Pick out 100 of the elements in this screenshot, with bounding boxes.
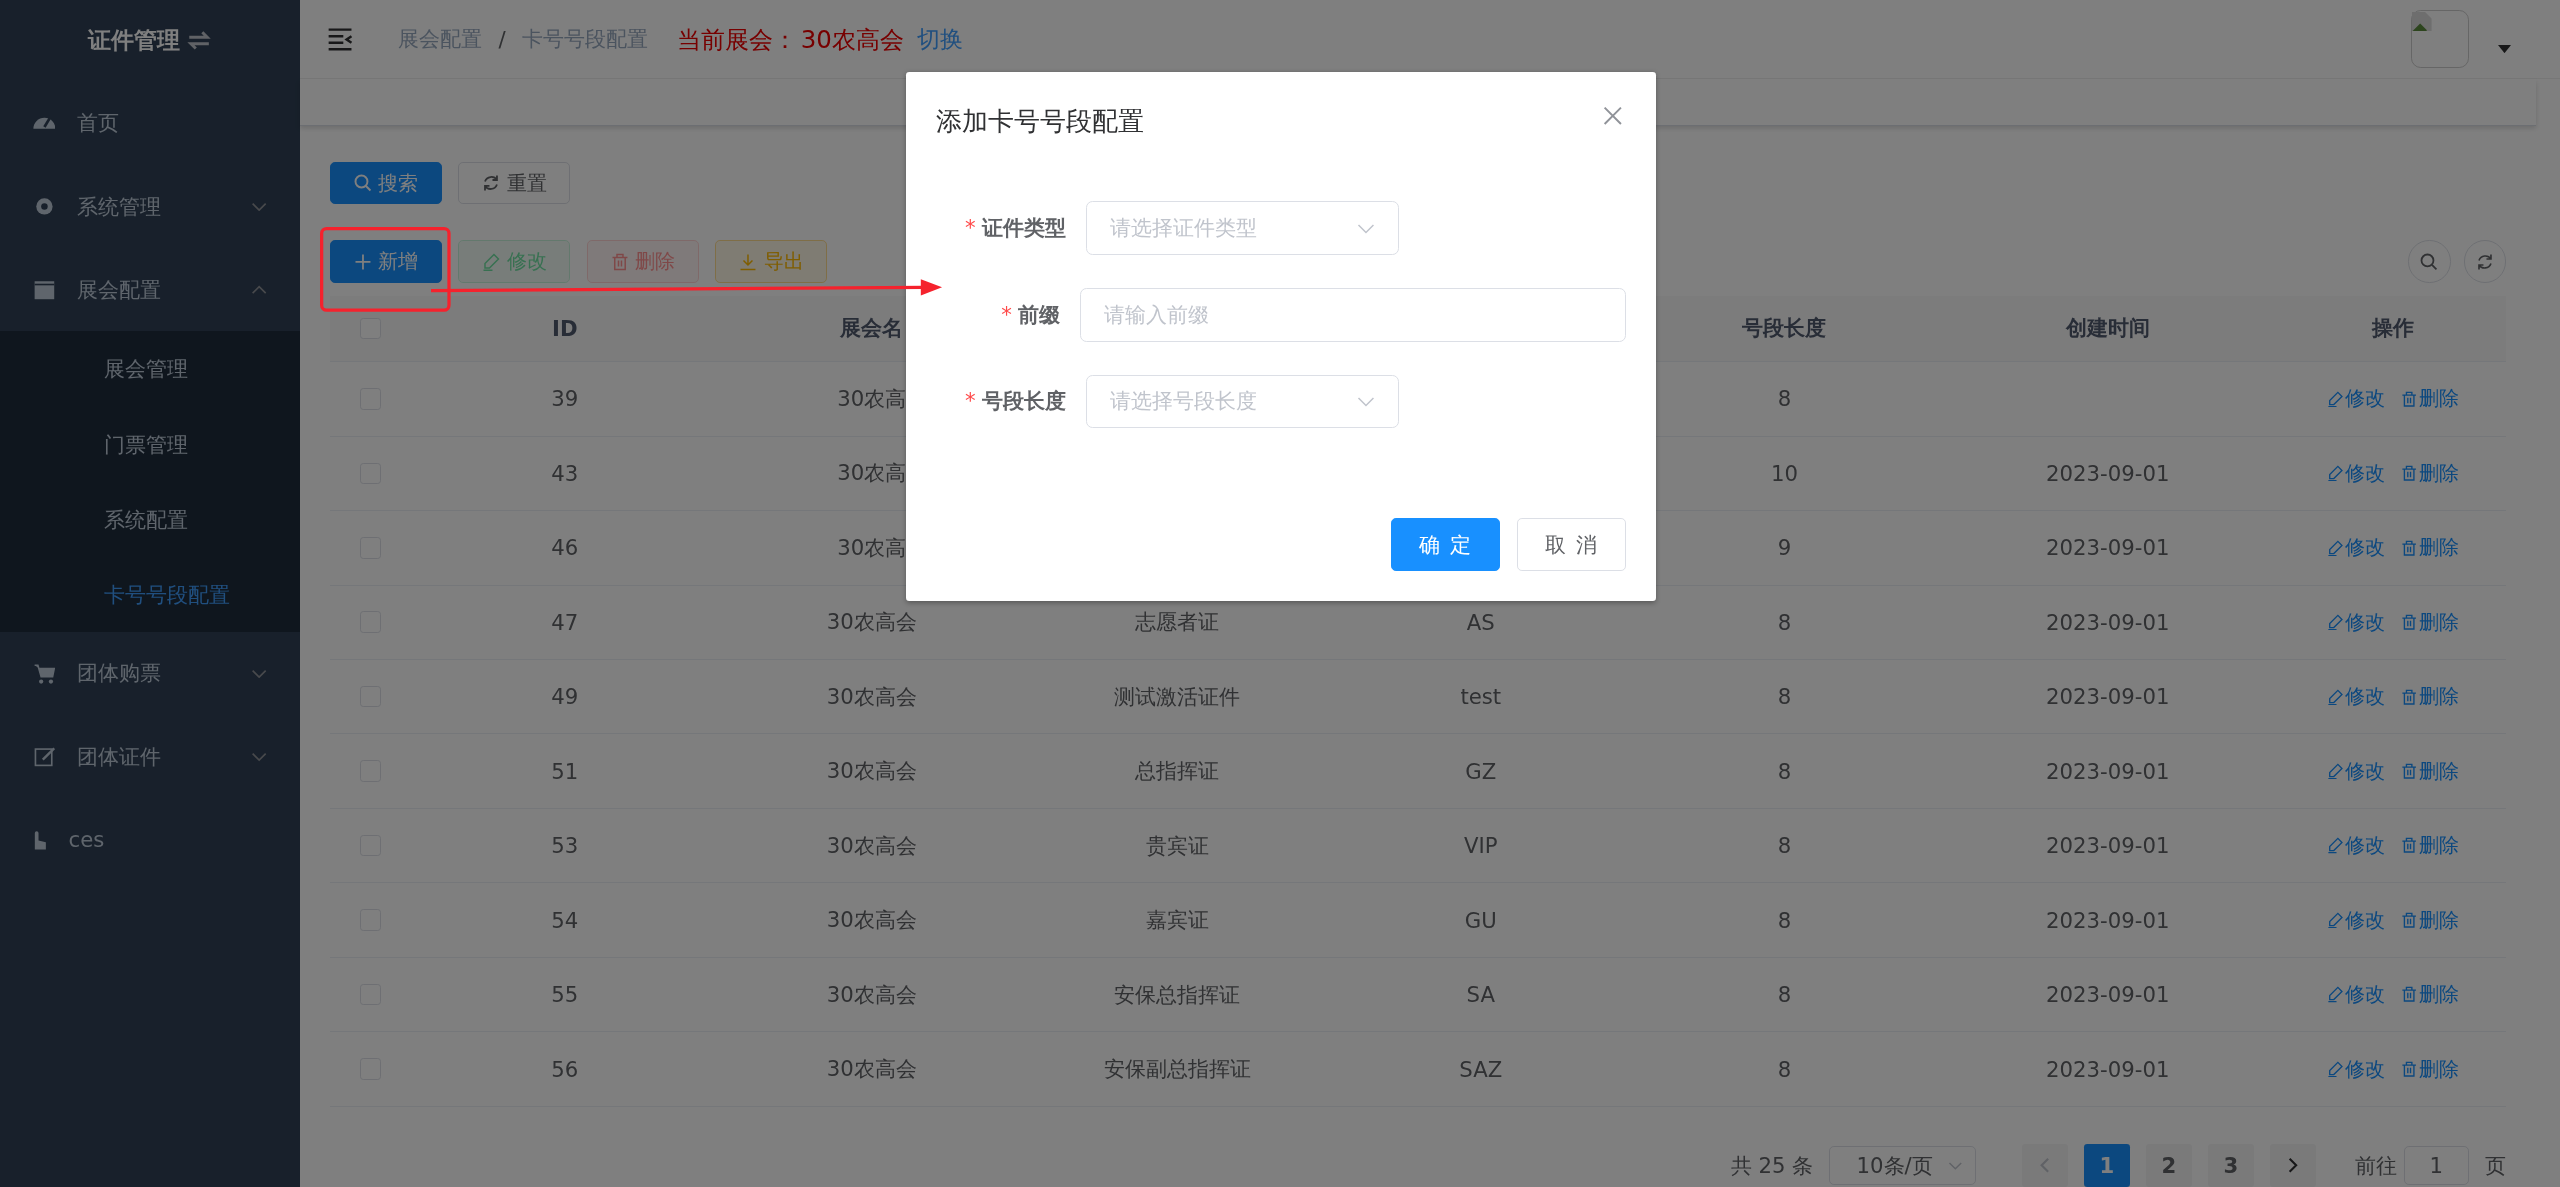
table-cell: 43 [551, 460, 579, 486]
delete-link[interactable]: 删除 [2400, 1055, 2459, 1083]
page-number[interactable]: 1 [2084, 1144, 2130, 1187]
delete-link[interactable]: 删除 [2400, 459, 2459, 487]
table-cell: 8 [1777, 684, 1792, 710]
close-icon[interactable] [1603, 106, 1623, 126]
table-cell: 46 [551, 535, 579, 561]
delete-link[interactable]: 删除 [2400, 385, 2459, 413]
edit-link[interactable]: 修改 [2326, 459, 2385, 487]
table-cell: 2023-09-01 [2046, 460, 2170, 486]
trash-icon [2400, 614, 2418, 631]
required-mark: * [965, 388, 976, 414]
previous-page-button[interactable] [2022, 1144, 2068, 1187]
edit-link[interactable]: 修改 [2326, 534, 2385, 562]
cancel-button[interactable]: 取 消 [1516, 517, 1627, 572]
table-cell: 30农高 [837, 459, 907, 488]
edit-icon [32, 745, 56, 769]
edit-link[interactable]: 修改 [2326, 385, 2385, 413]
edit-link[interactable]: 修改 [2326, 608, 2385, 636]
table-cell: 2023-09-01 [2046, 982, 2170, 1008]
table-cell: GZ [1465, 758, 1497, 784]
pencil-icon [2326, 1060, 2343, 1078]
menu-item[interactable]: 团体购票 [0, 631, 301, 716]
page-number[interactable]: 3 [2208, 1144, 2254, 1187]
edit-link[interactable]: 修改 [2326, 832, 2385, 860]
submenu-item[interactable]: 门票管理 [0, 406, 301, 482]
switch-link[interactable]: 切换 [916, 23, 963, 55]
table-cell: 30农高会 [826, 1055, 917, 1084]
goto-page-field[interactable]: 1 [2403, 1145, 2469, 1186]
delete-link[interactable]: 删除 [2400, 757, 2459, 785]
table-cell: 30农高 [837, 533, 907, 562]
export-button[interactable]: 导出 [715, 240, 828, 283]
avatar-image[interactable] [2411, 10, 2469, 68]
trash-icon [2400, 1060, 2418, 1078]
input-field[interactable]: 请输入前缀 [1079, 288, 1627, 342]
trash-icon [2400, 837, 2418, 854]
table-cell: 测试激活证件 [1114, 682, 1241, 711]
add-button[interactable]: 新增 [329, 240, 442, 283]
table-cell: 贵宾证 [1145, 831, 1209, 860]
table-cell: 30农高会 [826, 608, 917, 637]
hand-icon [32, 828, 48, 852]
trash-icon [2400, 465, 2418, 482]
search-button[interactable]: 搜索 [329, 161, 442, 205]
next-page-button[interactable] [2270, 1144, 2316, 1187]
table-cell: 8 [1777, 1056, 1792, 1082]
table-cell: 2023-09-01 [2046, 758, 2170, 784]
column-header: 号段长度 [1742, 314, 1827, 343]
menu-item[interactable]: 首页 [0, 81, 301, 165]
delete-link[interactable]: 删除 [2400, 608, 2459, 636]
submenu-item[interactable]: 系统配置 [0, 481, 301, 557]
select-field[interactable]: 请选择号段长度 [1085, 374, 1400, 429]
submenu-item[interactable]: 展会管理 [0, 331, 301, 407]
edit-link[interactable]: 修改 [2326, 1055, 2385, 1083]
reset-button[interactable]: 重置 [458, 161, 571, 205]
cart-icon [32, 662, 56, 685]
menu-item[interactable]: 系统管理 [0, 164, 301, 249]
edit-link[interactable]: 修改 [2326, 683, 2385, 711]
menu-item[interactable]: 团体证件 [0, 715, 301, 799]
menu-toggle-icon[interactable] [326, 27, 353, 51]
column-header: ID [552, 315, 578, 341]
table-cell: GU [1464, 907, 1497, 933]
table-cell: 47 [551, 609, 579, 635]
app-title: 证件管理 [87, 26, 180, 56]
goto-label: 前往 [2355, 1151, 2397, 1180]
edit-link[interactable]: 修改 [2326, 757, 2385, 785]
delete-link[interactable]: 删除 [2400, 683, 2459, 711]
edit-link[interactable]: 修改 [2326, 981, 2385, 1009]
table-cell: 2023-09-01 [2046, 535, 2170, 561]
table-cell: 55 [551, 982, 579, 1008]
trash-icon [2400, 986, 2418, 1003]
submenu-item[interactable]: 卡号号段配置 [0, 556, 301, 632]
delete-link[interactable]: 删除 [2400, 534, 2459, 562]
search-icon[interactable] [2408, 240, 2451, 283]
delete-link[interactable]: 删除 [2400, 981, 2459, 1009]
edit-link[interactable]: 修改 [2326, 906, 2385, 934]
menu-item[interactable]: ces [0, 798, 301, 882]
table-cell: 30农高会 [826, 980, 917, 1009]
page-number[interactable]: 2 [2146, 1144, 2192, 1187]
pencil-icon [2326, 763, 2343, 780]
table-cell: 2023-09-01 [2046, 609, 2170, 635]
required-mark: * [1001, 301, 1012, 327]
field-label: * 号段长度 [964, 387, 1068, 416]
menu-item[interactable]: 展会配置 [0, 248, 301, 332]
column-header: 创建时间 [2065, 314, 2150, 343]
table-cell: 8 [1777, 982, 1792, 1008]
pencil-icon [2326, 837, 2343, 854]
page-size-select[interactable]: 10条/页 [1829, 1145, 1977, 1186]
table-cell: 39 [551, 386, 579, 412]
table-cell: 53 [551, 833, 579, 859]
pencil-icon [2326, 390, 2343, 407]
delete-link[interactable]: 删除 [2400, 906, 2459, 934]
table-cell: 志愿者证 [1135, 608, 1220, 637]
table-cell: 总指挥证 [1135, 757, 1220, 786]
delete-link[interactable]: 删除 [2400, 832, 2459, 860]
table-cell: 30农高会 [826, 682, 917, 711]
table-cell: 51 [551, 758, 579, 784]
caret-icon[interactable] [2498, 44, 2512, 54]
confirm-button[interactable]: 确 定 [1391, 517, 1501, 572]
chevron-left-icon [2040, 1157, 2050, 1174]
select-field[interactable]: 请选择证件类型 [1085, 201, 1400, 256]
